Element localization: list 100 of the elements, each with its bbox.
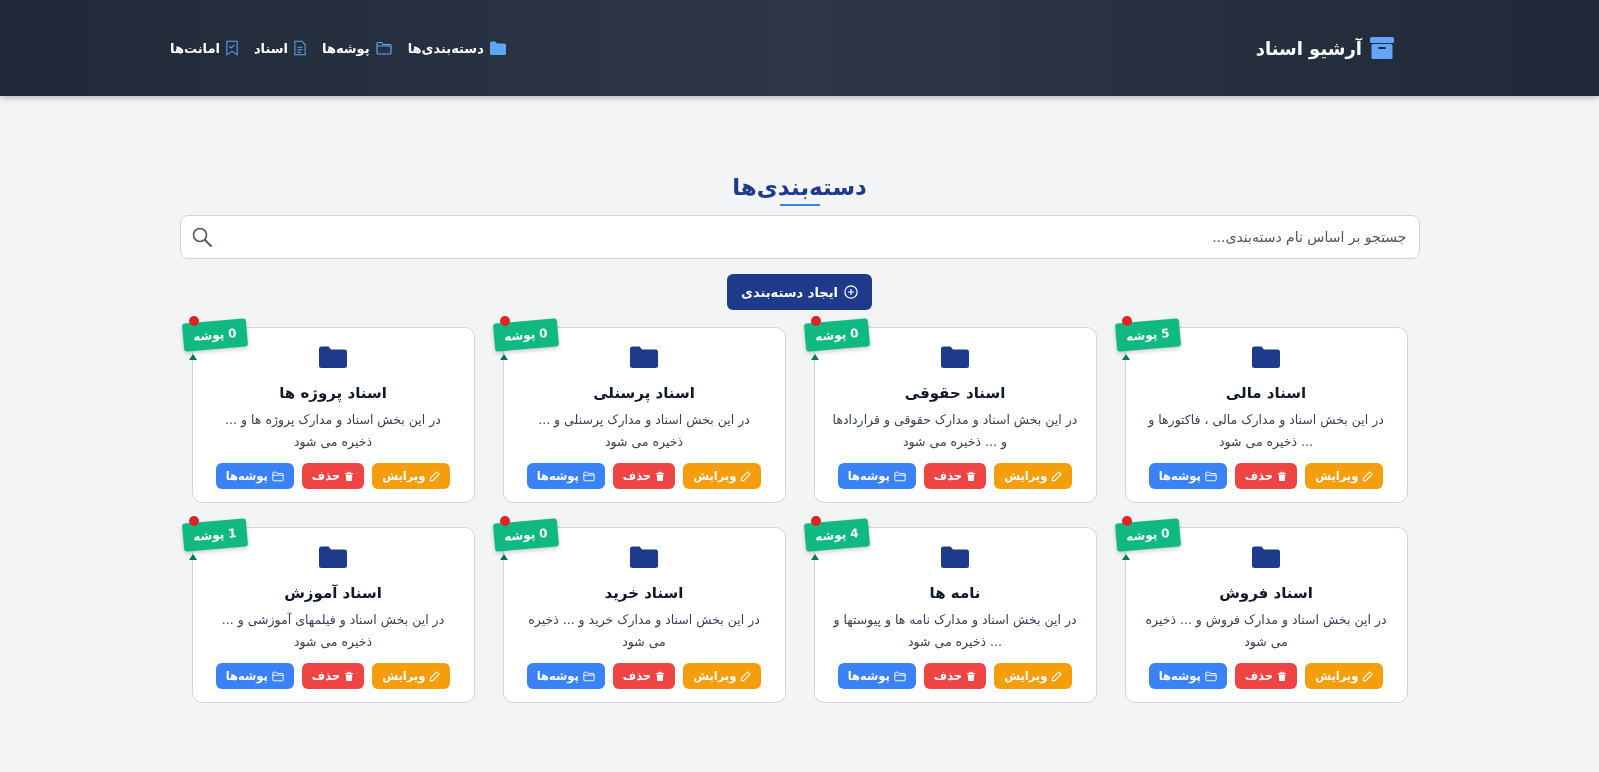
pin-dot (1121, 516, 1132, 526)
trash-icon (966, 670, 977, 682)
pencil-icon (1362, 470, 1374, 482)
category-description: در این بخش اسناد و مدارک مالی ، فاکتورها و ... ذخیره می شود (1146, 411, 1385, 452)
delete-button[interactable]: حذف (612, 463, 676, 489)
edit-button[interactable]: ویرایش (994, 463, 1073, 489)
trash-icon (966, 470, 977, 482)
trash-icon (655, 670, 666, 682)
search-field[interactable]: جستجو بر اساس نام دسته‌بندی... (179, 215, 1420, 259)
folder-icon (893, 470, 906, 482)
trash-icon (344, 470, 355, 482)
category-description: در این بخش اسناد و مدارک فروش و ... ذخیره می شود (1144, 611, 1388, 652)
category-description: در این بخش اسناد و مدارک حقوقی و قراردادها و ... ذخیره می شود (831, 411, 1079, 452)
pencil-icon (740, 670, 752, 682)
folder-icon (271, 670, 284, 682)
folder-icon (319, 346, 347, 368)
edit-button[interactable]: ویرایش (1305, 663, 1384, 689)
delete-button[interactable]: حذف (301, 463, 365, 489)
folder-count-badge: 4 پوشه (803, 518, 870, 552)
category-title: اسناد پروژه ها (279, 384, 387, 402)
category-description: در این بخش اسناد و مدارک خرید و ... ذخیره می شود (527, 611, 761, 652)
search-icon (191, 227, 212, 247)
folders-button[interactable]: پوشه‌ها (526, 463, 605, 489)
trash-icon (1277, 470, 1288, 482)
delete-button[interactable]: حذف (923, 463, 987, 489)
delete-button[interactable]: حذف (612, 663, 676, 689)
folders-button[interactable]: پوشه‌ها (837, 463, 916, 489)
delete-button[interactable]: حذف (923, 663, 987, 689)
trash-icon (1277, 670, 1288, 682)
category-description: در این بخش اسناد و مدارک نامه ها و پیوستها و ... ذخیره می شود (832, 611, 1078, 652)
category-title: اسناد حقوقی (904, 384, 1006, 402)
folder-icon (1204, 470, 1217, 482)
folder-icon (630, 546, 658, 568)
edit-button[interactable]: ویرایش (1305, 463, 1384, 489)
folder-icon (319, 546, 347, 568)
folders-button[interactable]: پوشه‌ها (1148, 463, 1227, 489)
category-title: نامه ها (929, 584, 981, 602)
trash-icon (344, 670, 355, 682)
bookmark-check-icon (225, 40, 238, 56)
folders-button[interactable]: پوشه‌ها (215, 663, 294, 689)
pin-dot (188, 516, 199, 526)
archive-box-icon (1370, 37, 1394, 59)
brand-title: آرشیو اسناد (1255, 37, 1362, 59)
delete-button[interactable]: حذف (1234, 663, 1298, 689)
nav-link[interactable]: امانت‌ها (170, 40, 238, 56)
folder-icon (1252, 546, 1280, 568)
folder-icon (582, 670, 595, 682)
category-title: اسناد خرید (604, 584, 684, 602)
pin-dot (499, 316, 510, 326)
folder-icon (1204, 670, 1217, 682)
edit-button[interactable]: ویرایش (372, 663, 451, 689)
category-title: اسناد آموزش (284, 584, 382, 602)
folder-icon (489, 41, 506, 55)
pencil-icon (1362, 670, 1374, 682)
folder-count-badge: 0 پوشه (181, 318, 248, 352)
delete-button[interactable]: حذف (1234, 463, 1298, 489)
pencil-icon (740, 470, 752, 482)
plus-circle-icon (844, 285, 859, 299)
nav-link[interactable]: پوشه‌ها (322, 40, 392, 56)
category-title: اسناد پرسنلی (593, 384, 695, 402)
folder-count-badge: 5 پوشه (1114, 318, 1181, 352)
category-title: اسناد مالی (1225, 384, 1307, 402)
folder-count-badge: 0 پوشه (492, 318, 559, 352)
folders-button[interactable]: پوشه‌ها (1148, 663, 1227, 689)
folder-count-badge: 0 پوشه (1114, 518, 1181, 552)
nav-link[interactable]: دسته‌بندی‌ها (407, 40, 506, 56)
edit-button[interactable]: ویرایش (372, 463, 451, 489)
folder-icon (893, 670, 906, 682)
category-description: در این بخش اسناد و مدارک پروژه ها و ... ذخیره می شود (224, 411, 442, 452)
folder-count-badge: 0 پوشه (803, 318, 870, 352)
pencil-icon (1051, 670, 1063, 682)
trash-icon (655, 470, 666, 482)
edit-button[interactable]: ویرایش (683, 463, 762, 489)
folders-button[interactable]: پوشه‌ها (526, 663, 605, 689)
category-title: اسناد فروش (1219, 584, 1313, 602)
edit-button[interactable]: ویرایش (683, 663, 762, 689)
folder-count-badge: 1 پوشه (181, 518, 248, 552)
nav-link[interactable]: اسناد (253, 40, 307, 56)
folders-button[interactable]: پوشه‌ها (215, 463, 294, 489)
folder-icon (630, 346, 658, 368)
pin-dot (188, 316, 199, 326)
create-category-button[interactable]: ایجاد دسته‌بندی (727, 274, 873, 310)
folder-icon (941, 346, 969, 368)
page-title: دسته‌بندی‌ها (732, 174, 867, 200)
folder-count-badge: 0 پوشه (492, 518, 559, 552)
category-description: در این بخش اسناد و مدارک پرسنلی و ... ذخیره می شود (537, 411, 751, 452)
pin-dot (810, 316, 821, 326)
folder-icon (582, 470, 595, 482)
folder-icon (1252, 346, 1280, 368)
document-icon (294, 40, 307, 56)
pencil-icon (429, 470, 441, 482)
pin-dot (810, 516, 821, 526)
delete-button[interactable]: حذف (301, 663, 365, 689)
folders-button[interactable]: پوشه‌ها (837, 663, 916, 689)
pencil-icon (1051, 470, 1063, 482)
pencil-icon (429, 670, 441, 682)
edit-button[interactable]: ویرایش (994, 663, 1073, 689)
folder-icon (941, 546, 969, 568)
pin-dot (1121, 316, 1132, 326)
category-description: در این بخش اسناد و فیلمهای آموزشی و ... ذخیره می شود (220, 611, 446, 652)
